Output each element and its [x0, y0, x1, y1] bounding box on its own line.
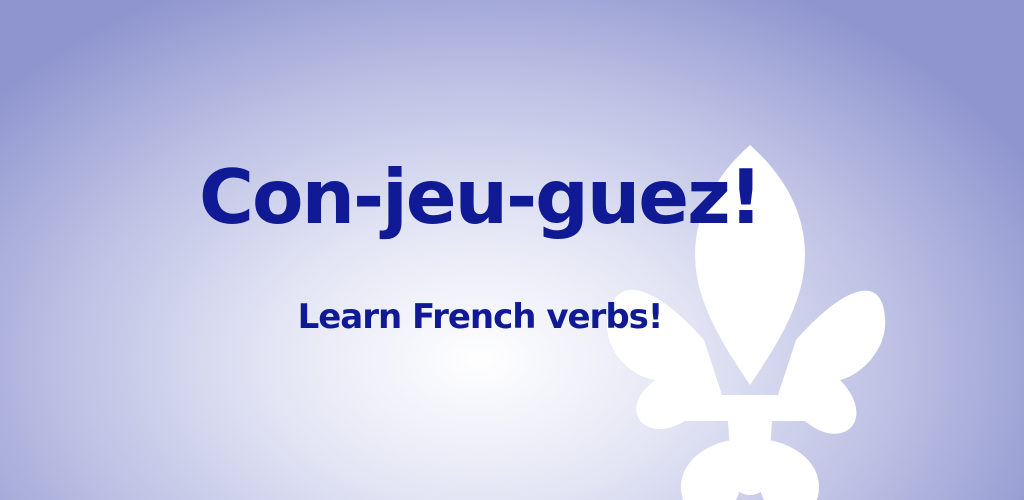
app-title: Con-jeu-guez! — [199, 153, 763, 241]
feature-banner: Con-jeu-guez! Learn French verbs! — [0, 0, 1024, 500]
app-tagline: Learn French verbs! — [297, 297, 664, 337]
